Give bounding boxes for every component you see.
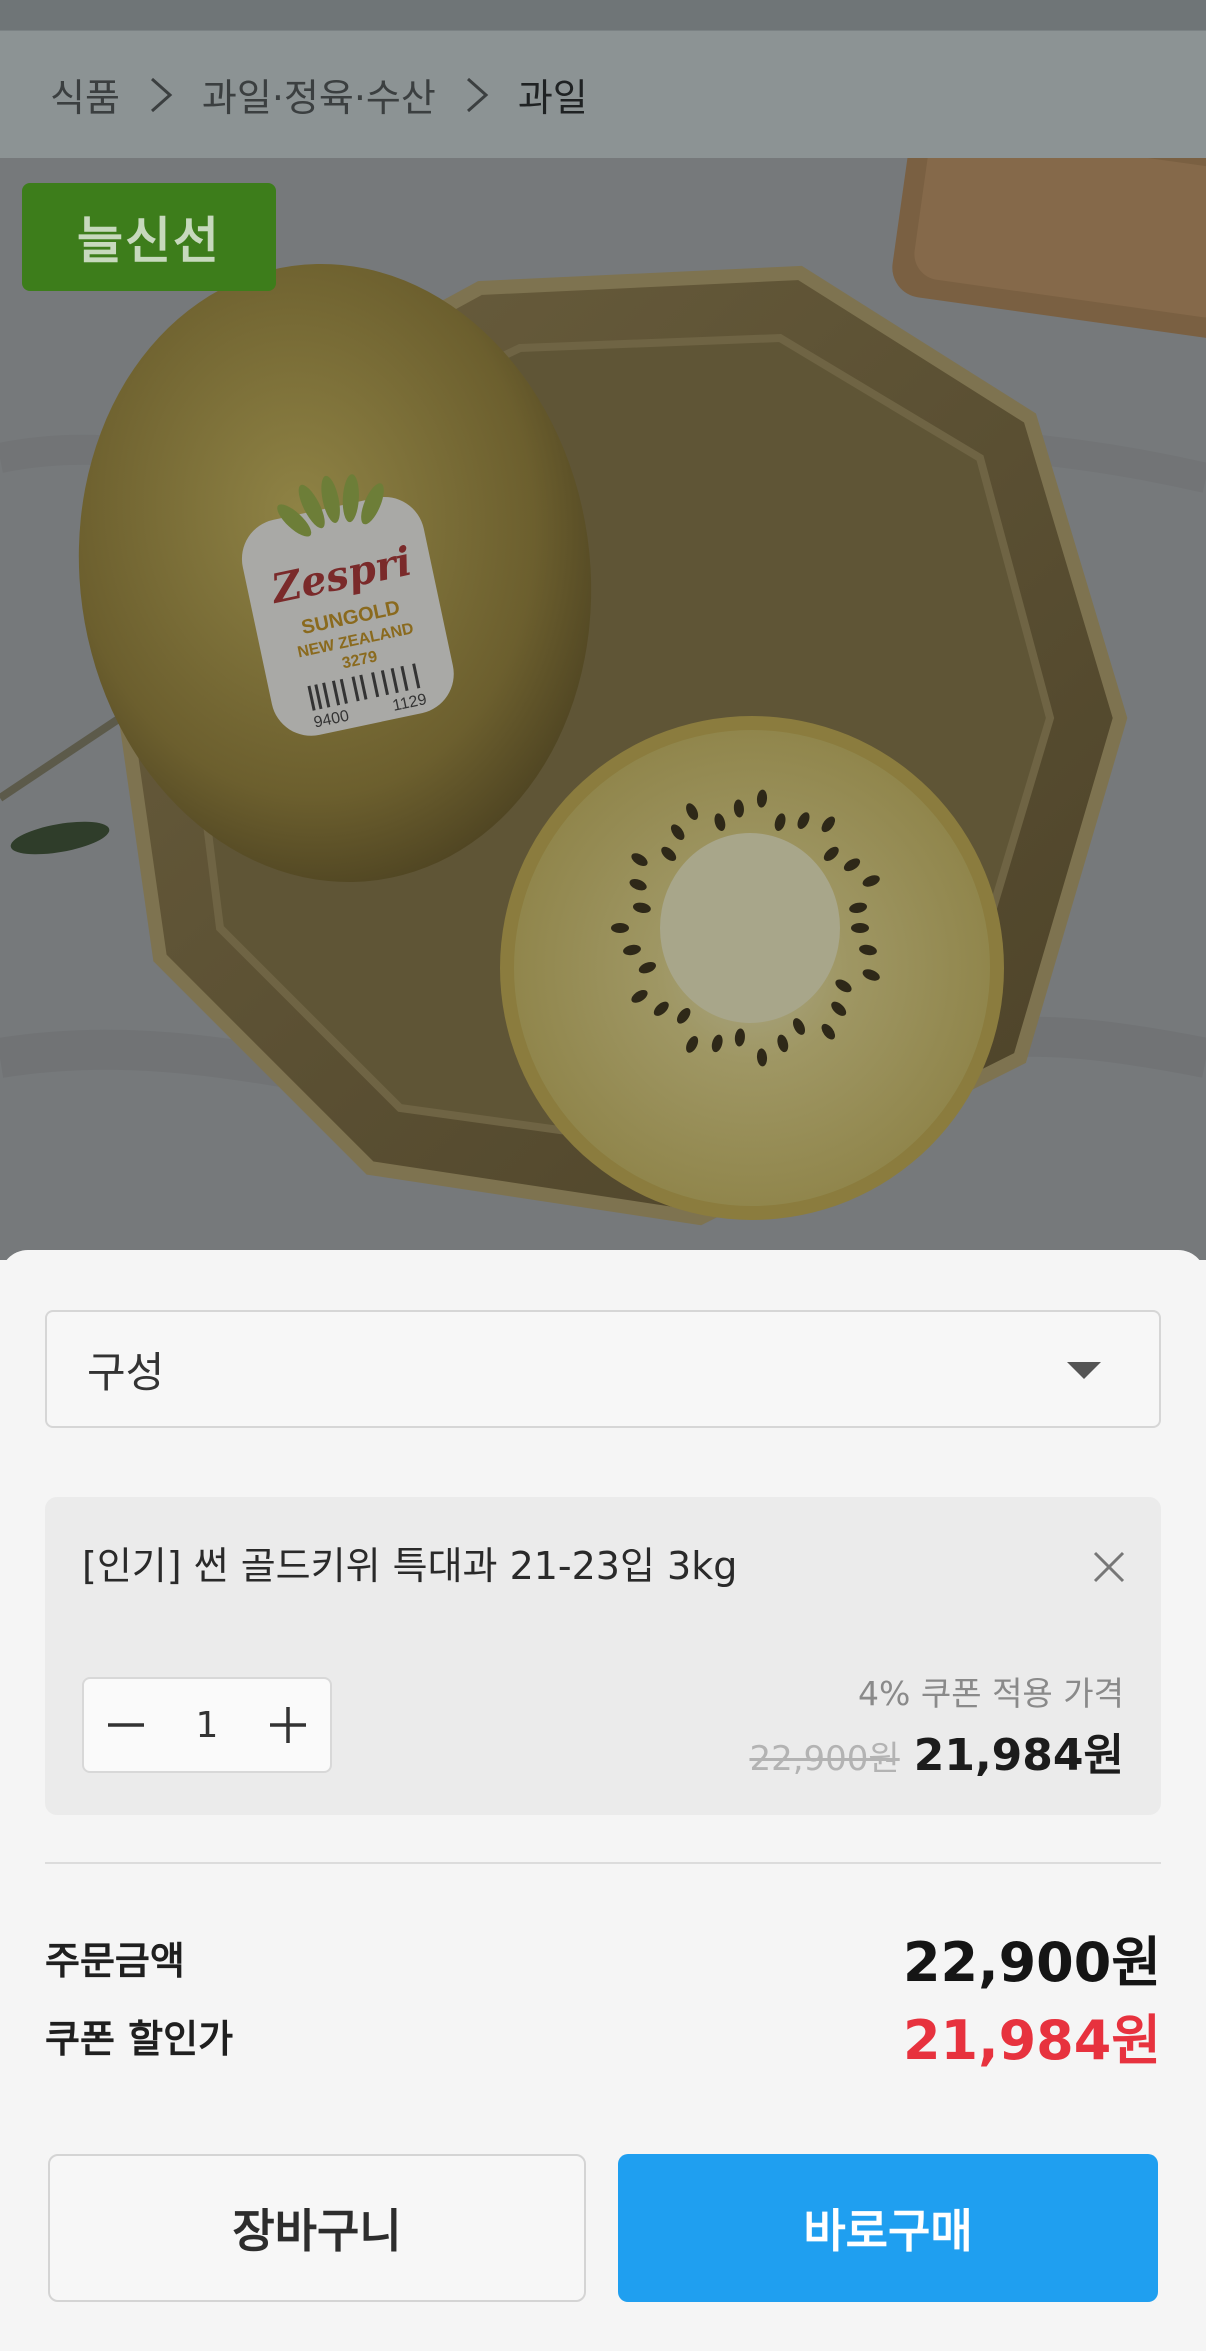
coupon-applied-label: 4% 쿠폰 적용 가격 <box>858 1674 1124 1713</box>
selected-option-card: [인기] 썬 골드키위 특대과 21-23입 3kg 1 4% 쿠폰 적용 가격… <box>45 1497 1161 1815</box>
chevron-right-icon <box>464 75 490 115</box>
product-image: Zespri SUNGOLD NEW ZEALAND 3279 9400 112… <box>0 158 1206 1260</box>
fresh-badge: 늘신선 <box>22 183 276 291</box>
order-amount-row: 주문금액 22,900원 <box>45 1918 1161 1997</box>
sale-price: 21,984원 <box>913 1730 1124 1781</box>
add-to-cart-button[interactable]: 장바구니 <box>48 2154 586 2302</box>
breadcrumb-item-fruit-meat-seafood[interactable]: 과일·정육·수산 <box>202 67 436 122</box>
caret-down-icon <box>1067 1362 1101 1379</box>
order-amount-value: 22,900원 <box>902 1931 1161 1994</box>
kiwi-seed <box>611 923 629 933</box>
coupon-price-label: 쿠폰 할인가 <box>45 2017 234 2061</box>
minus-icon <box>108 1723 144 1727</box>
chevron-right-icon <box>148 75 174 115</box>
status-bar-area <box>0 0 1206 30</box>
purchase-bottom-sheet: 구성 [인기] 썬 골드키위 특대과 21-23입 3kg 1 4% 쿠폰 적용… <box>0 1250 1206 2351</box>
option-select[interactable]: 구성 <box>45 1310 1161 1428</box>
quantity-value[interactable]: 1 <box>168 1705 246 1746</box>
buy-now-button[interactable]: 바로구매 <box>618 2154 1158 2302</box>
coupon-price-row: 쿠폰 할인가 21,984원 <box>45 1996 1161 2075</box>
option-select-label: 구성 <box>87 1347 165 1397</box>
breadcrumb: 식품 과일·정육·수산 과일 <box>0 30 1206 158</box>
plus-icon <box>270 1707 306 1743</box>
breadcrumb-item-fruit[interactable]: 과일 <box>518 67 588 122</box>
quantity-stepper: 1 <box>82 1677 332 1773</box>
quantity-increase-button[interactable] <box>246 1679 330 1771</box>
close-icon <box>1093 1551 1125 1583</box>
option-price-row: 22,900원 21,984원 <box>749 1719 1124 1783</box>
quantity-decrease-button[interactable] <box>84 1679 168 1771</box>
kiwi-seed <box>851 923 869 933</box>
selected-option-name: [인기] 썬 골드키위 특대과 21-23입 3kg <box>82 1544 738 1588</box>
order-amount-label: 주문금액 <box>45 1939 185 1983</box>
coupon-price-value: 21,984원 <box>902 2009 1161 2072</box>
divider <box>45 1862 1161 1864</box>
breadcrumb-item-food[interactable]: 식품 <box>50 67 120 122</box>
remove-option-button[interactable] <box>1091 1549 1127 1585</box>
original-price: 22,900원 <box>749 1739 900 1779</box>
